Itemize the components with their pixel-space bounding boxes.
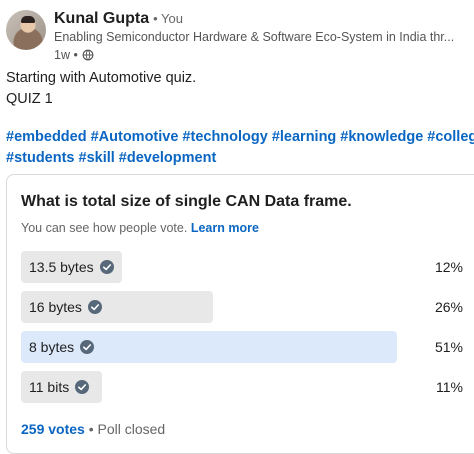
time-label: 1w • — [54, 48, 78, 62]
author-headline: Enabling Semiconductor Hardware & Softwa… — [54, 30, 455, 44]
hashtag-list: #embedded #Automotive #technology #learning… — [6, 127, 474, 169]
post-text-line: QUIZ 1 — [6, 91, 53, 107]
hashtag-link[interactable]: #technology — [182, 129, 267, 145]
poll-option[interactable]: 11 bits 11% — [21, 371, 463, 403]
poll-card: What is total size of single CAN Data fr… — [6, 174, 474, 454]
poll-status: • Poll closed — [88, 421, 166, 437]
poll-option-label-group: 16 bytes — [29, 291, 102, 323]
poll-option-label-group: 11 bits — [29, 371, 90, 403]
author-name[interactable]: Kunal Gupta — [54, 10, 149, 28]
check-circle-icon — [87, 300, 102, 314]
poll-option-label: 8 bytes — [29, 339, 75, 355]
poll-option-label-group: 8 bytes — [29, 331, 95, 363]
poll-option-label: 16 bytes — [29, 299, 82, 315]
author-avatar[interactable] — [6, 10, 46, 50]
poll-option-percent: 12% — [434, 259, 463, 275]
hashtag-link[interactable]: #embedded — [6, 129, 87, 145]
poll-option[interactable]: 13.5 bytes 12% — [21, 251, 463, 283]
hashtag-link[interactable]: #students — [6, 150, 75, 166]
post-body: Starting with Automotive quiz. QUIZ 1 — [6, 68, 196, 110]
poll-option[interactable]: 16 bytes 26% — [21, 291, 463, 323]
poll-option-percent: 26% — [434, 299, 463, 315]
poll-option-label: 11 bits — [29, 379, 70, 395]
check-circle-icon — [75, 380, 90, 394]
poll-footer: 259 votes • Poll closed — [21, 421, 165, 437]
vote-count-link[interactable]: 259 votes — [21, 421, 85, 437]
poll-option[interactable]: 8 bytes 51% — [21, 331, 463, 363]
check-circle-icon — [99, 260, 114, 274]
poll-question: What is total size of single CAN Data fr… — [21, 193, 352, 210]
post-header: Kunal Gupta • You Enabling Semiconductor… — [6, 10, 472, 62]
hashtag-link[interactable]: #Automotive — [91, 129, 179, 145]
you-badge: • You — [153, 11, 183, 26]
vote-note-text: You can see how people vote. — [21, 221, 188, 235]
poll-vote-note: You can see how people vote. Learn more — [21, 221, 259, 235]
hashtag-link[interactable]: #knowledge — [340, 129, 423, 145]
post-text-line: Starting with Automotive quiz. — [6, 70, 197, 86]
globe-icon — [82, 49, 94, 61]
poll-option-label: 13.5 bytes — [29, 259, 94, 275]
poll-option-percent: 11% — [436, 379, 463, 395]
poll-option-percent: 51% — [434, 339, 463, 355]
poll-option-label-group: 13.5 bytes — [29, 251, 114, 283]
hashtag-link[interactable]: #college — [427, 129, 474, 145]
learn-more-link[interactable]: Learn more — [191, 221, 259, 235]
hashtag-link[interactable]: #development — [119, 150, 217, 166]
post-timestamp: 1w • — [54, 48, 94, 62]
author-name-row: Kunal Gupta • You — [54, 10, 183, 32]
hashtag-link[interactable]: #learning — [272, 129, 336, 145]
hashtag-link[interactable]: #skill — [79, 150, 115, 166]
check-circle-icon — [80, 340, 95, 354]
